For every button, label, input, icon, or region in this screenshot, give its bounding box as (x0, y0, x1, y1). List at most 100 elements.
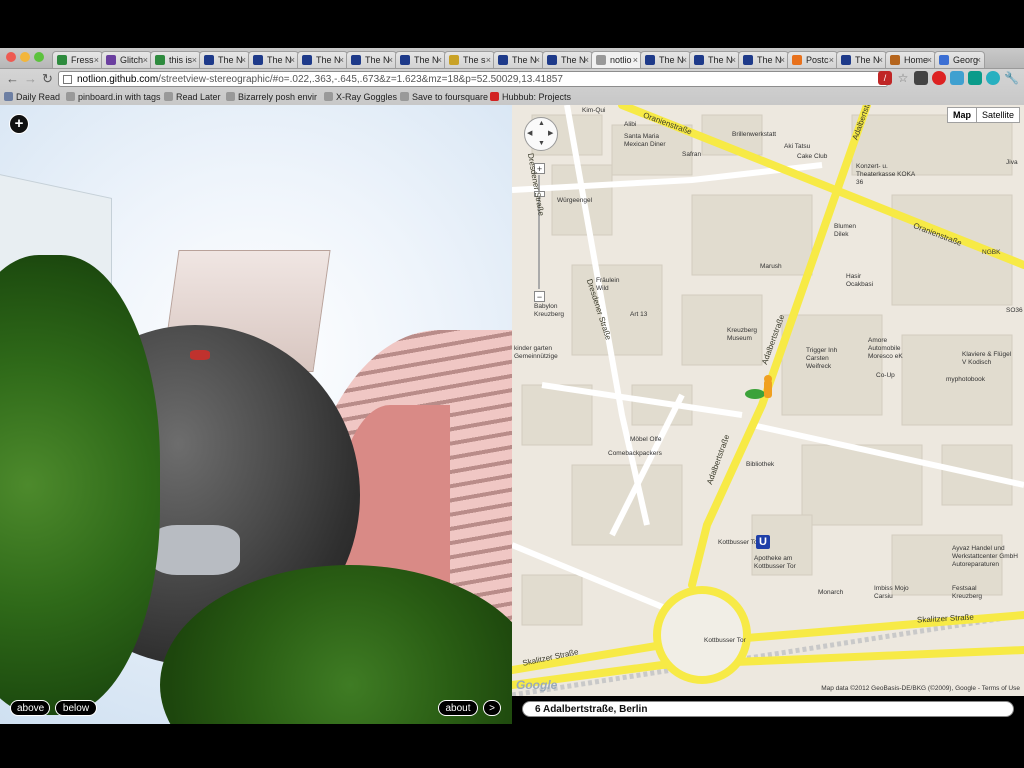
extension-bar: / ☆ 🔧 (878, 71, 1019, 85)
wrench-extension-icon[interactable] (950, 71, 964, 85)
zoom-out-button[interactable]: − (534, 291, 545, 302)
close-tab-icon[interactable]: × (927, 52, 932, 68)
browser-tab[interactable]: The N × (493, 51, 544, 68)
close-tab-icon[interactable]: × (780, 52, 785, 68)
tab-label: Georg (953, 55, 979, 65)
below-button[interactable]: below (55, 700, 97, 716)
building-block (521, 574, 583, 626)
browser-tab[interactable]: The N × (199, 51, 250, 68)
close-tab-icon[interactable]: × (388, 52, 393, 68)
close-tab-icon[interactable]: × (878, 52, 883, 68)
close-tab-icon[interactable]: × (976, 52, 981, 68)
above-button[interactable]: above (10, 700, 50, 716)
minimize-window-icon[interactable] (20, 52, 30, 62)
building-block (691, 194, 813, 276)
close-tab-icon[interactable]: × (94, 52, 99, 68)
close-tab-icon[interactable]: × (143, 52, 148, 68)
close-window-icon[interactable] (6, 52, 16, 62)
browser-tab[interactable]: Georg × (934, 51, 985, 68)
bookmark-item[interactable]: pinboard.in with tags (66, 91, 161, 103)
map-type-satellite-button[interactable]: Satellite (977, 108, 1019, 122)
close-tab-icon[interactable]: × (584, 52, 589, 68)
browser-tab[interactable]: The N × (297, 51, 348, 68)
map-panel[interactable]: ▲ ▼ ◀ ▶ + − Map Satellite Oranienstraße … (512, 105, 1024, 696)
poi-label: Würgeengel (557, 197, 593, 204)
close-tab-icon[interactable]: × (682, 52, 687, 68)
poi-label: NGBK (982, 249, 1001, 256)
add-icon[interactable]: + (9, 114, 29, 134)
close-tab-icon[interactable]: × (290, 52, 295, 68)
browser-tab[interactable]: this is × (150, 51, 201, 68)
favicon-icon (939, 55, 949, 65)
star-icon[interactable]: ☆ (896, 71, 910, 85)
browser-tab[interactable]: The N × (738, 51, 789, 68)
favicon-icon (645, 55, 655, 65)
bookmark-label: pinboard.in with tags (78, 92, 161, 102)
browser-toolbar: ← → ↻ notlion.github.com/streetview-ster… (0, 69, 1024, 89)
stereographic-view[interactable]: + (0, 105, 512, 724)
pan-control[interactable]: ▲ ▼ ◀ ▶ (524, 117, 558, 151)
arrow-down-icon[interactable]: ▼ (538, 140, 545, 147)
close-tab-icon[interactable]: × (535, 52, 540, 68)
pegman-icon (745, 375, 772, 399)
close-tab-icon[interactable]: × (192, 52, 197, 68)
poi-label: Bibliothek (746, 461, 775, 468)
favicon-icon (596, 55, 606, 65)
browser-tab[interactable]: Glitch × (101, 51, 152, 68)
bookmark-item[interactable]: Daily Read (4, 91, 60, 103)
bookmark-item[interactable]: Hubbub: Projects (490, 91, 571, 103)
pinboard-icon[interactable]: / (878, 71, 892, 85)
address-bar[interactable]: notlion.github.com/streetview-stereograp… (58, 71, 888, 87)
close-tab-icon[interactable]: × (731, 52, 736, 68)
browser-tab[interactable]: The N × (689, 51, 740, 68)
close-tab-icon[interactable]: × (339, 52, 344, 68)
bookmark-icon (400, 92, 409, 101)
zoom-window-icon[interactable] (34, 52, 44, 62)
close-tab-icon[interactable]: × (829, 52, 834, 68)
browser-tab[interactable]: The s × (444, 51, 495, 68)
mail-check-icon[interactable] (968, 71, 982, 85)
url-path: /streetview-stereographic/#o=.022,.363,-… (158, 74, 563, 85)
browser-tab[interactable]: Fress × (52, 51, 103, 68)
favicon-icon (547, 55, 557, 65)
poi-label: SO36 (1006, 307, 1023, 314)
close-tab-icon[interactable]: × (437, 52, 442, 68)
browser-tab[interactable]: Postc × (787, 51, 838, 68)
bookmark-item[interactable]: Save to foursquare (400, 91, 488, 103)
bookmarks-bar: Daily Read pinboard.in with tags Read Late… (0, 89, 1024, 105)
browser-tab[interactable]: The N × (346, 51, 397, 68)
about-button[interactable]: about (438, 700, 478, 716)
bookmark-item[interactable]: X-Ray Goggles (324, 91, 397, 103)
browser-tab[interactable]: notlio × (591, 51, 642, 68)
map-type-map-button[interactable]: Map (948, 108, 977, 122)
back-icon[interactable]: ← (6, 71, 19, 87)
next-button[interactable]: > (483, 700, 501, 716)
bookmark-label: Save to foursquare (412, 92, 489, 102)
bookmark-item[interactable]: Bizarrely posh envir (226, 91, 317, 103)
close-tab-icon[interactable]: × (486, 52, 491, 68)
bookmark-item[interactable]: Read Later (164, 91, 221, 103)
browser-tab[interactable]: The N × (542, 51, 593, 68)
address-field[interactable]: 6 Adalbertstraße, Berlin (522, 701, 1014, 717)
tab-label: The N (708, 55, 733, 65)
browser-tab[interactable]: The N × (640, 51, 691, 68)
tab-label: The N (316, 55, 341, 65)
browser-tab[interactable]: The N × (248, 51, 299, 68)
favicon-icon (204, 55, 214, 65)
browser-tab[interactable]: Home × (885, 51, 936, 68)
tab-label: Fress (71, 55, 94, 65)
arrow-right-icon[interactable]: ▶ (548, 129, 553, 137)
lastpass-icon[interactable] (932, 71, 946, 85)
close-tab-icon[interactable]: × (633, 52, 638, 68)
color-picker-icon[interactable] (986, 71, 1000, 85)
settings-wrench-icon[interactable]: 🔧 (1004, 71, 1019, 85)
arrow-left-icon[interactable]: ◀ (527, 129, 532, 137)
ubahn-icon[interactable]: U (756, 535, 770, 549)
browser-tab[interactable]: The N × (836, 51, 887, 68)
arrow-up-icon[interactable]: ▲ (538, 120, 545, 127)
ghost-icon[interactable] (914, 71, 928, 85)
reload-icon[interactable]: ↻ (42, 71, 53, 87)
browser-tab[interactable]: The N × (395, 51, 446, 68)
forward-icon[interactable]: → (24, 71, 37, 87)
close-tab-icon[interactable]: × (241, 52, 246, 68)
